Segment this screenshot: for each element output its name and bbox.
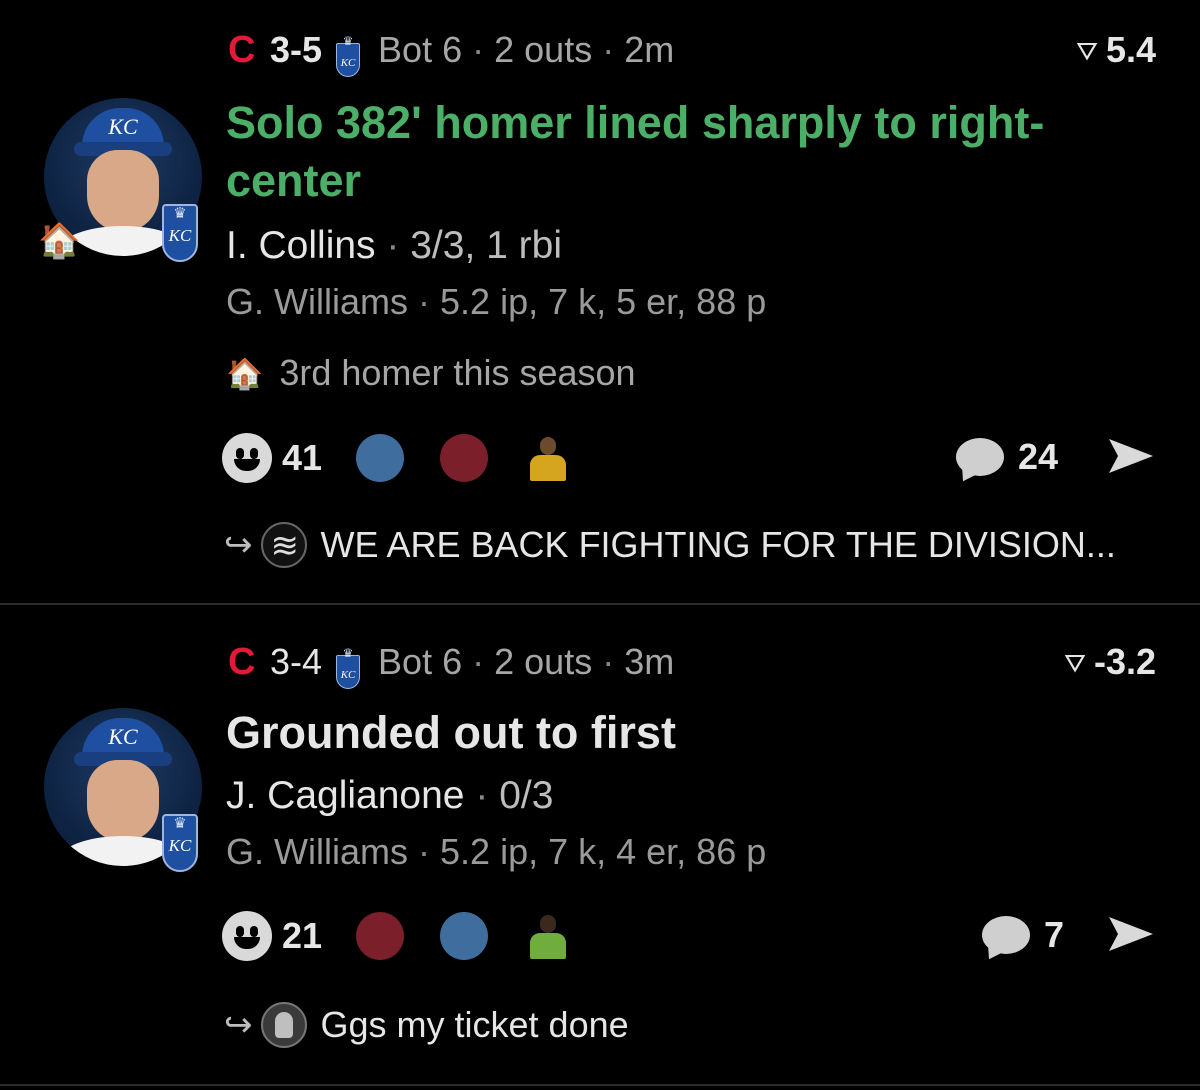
- batter-stats: 3/3, 1 rbi: [410, 224, 562, 267]
- royals-logo-icon: KC: [336, 646, 361, 689]
- share-icon[interactable]: [1106, 434, 1156, 478]
- outs: 2 outs: [494, 29, 593, 70]
- reply-arrow-icon: ↪: [224, 1006, 253, 1044]
- post-divider: [0, 1084, 1200, 1086]
- batter-name[interactable]: J. Caglianone: [226, 774, 465, 817]
- pitcher-stats: 5.2 ip, 7 k, 5 er, 88 p: [440, 281, 767, 322]
- reply-arrow-icon: ↪: [224, 526, 253, 564]
- inning: Bot 6: [378, 641, 463, 682]
- play-feed: C3-5KCBot 6 · 2 outs · 2m ⛛5.4 KC KC 🏠 S…: [0, 0, 1200, 1090]
- comments-button[interactable]: 24: [956, 436, 1058, 478]
- comment-count: 24: [1018, 436, 1059, 477]
- add-reaction-smiley-icon[interactable]: [222, 433, 272, 483]
- win-probability-icon: ⛛: [1064, 648, 1086, 678]
- pitcher-name[interactable]: G. Williams: [226, 831, 408, 872]
- outs: 2 outs: [494, 641, 593, 682]
- inning: Bot 6: [378, 29, 463, 70]
- reaction-red-circle-icon[interactable]: [356, 912, 405, 960]
- pitcher-line[interactable]: G. Williams · 5.2 ip, 7 k, 4 er, 86 p: [226, 830, 766, 874]
- comment-bubble-icon: [982, 916, 1030, 954]
- reaction-red-circle-icon[interactable]: [440, 434, 489, 482]
- guardians-logo-icon: C: [228, 29, 256, 71]
- game-meta-row: C3-4KCBot 6 · 2 outs · 3m ⛛-3.2: [228, 640, 1156, 689]
- game-score: 3-4: [270, 641, 323, 682]
- play-headline[interactable]: Solo 382' homer lined sharply to right-c…: [226, 94, 1140, 210]
- reaction-count: 21: [282, 915, 323, 956]
- comment-count: 7: [1044, 914, 1065, 955]
- timestamp: 3m: [624, 641, 675, 682]
- win-probability-value: -3.2: [1093, 641, 1156, 682]
- reply-text: Ggs my ticket done: [320, 1004, 629, 1045]
- win-probability: ⛛ -3.2: [1064, 640, 1156, 685]
- comment-bubble-icon: [956, 438, 1004, 476]
- reaction-player-icon[interactable]: [524, 433, 572, 483]
- royals-badge-icon: KC: [162, 814, 198, 872]
- cap-logo: KC: [108, 114, 138, 139]
- pitcher-stats: 5.2 ip, 7 k, 4 er, 86 p: [440, 831, 767, 872]
- timestamp: 2m: [624, 29, 675, 70]
- win-probability-value: 5.4: [1105, 29, 1156, 70]
- cap-logo: KC: [108, 724, 138, 749]
- home-run-house-icon: 🏠: [38, 222, 81, 260]
- reaction-blue-circle-icon[interactable]: [356, 434, 405, 482]
- add-reaction-smiley-icon[interactable]: [222, 911, 272, 961]
- reply-avatar[interactable]: [260, 522, 307, 568]
- reaction-player-icon[interactable]: [524, 911, 572, 961]
- batter-line[interactable]: I. Collins · 3/3, 1 rbi: [226, 222, 562, 270]
- batter-name[interactable]: I. Collins: [226, 224, 376, 267]
- house-icon: 🏠: [226, 358, 264, 391]
- pitcher-line[interactable]: G. Williams · 5.2 ip, 7 k, 5 er, 88 p: [226, 280, 766, 324]
- pitcher-name[interactable]: G. Williams: [226, 281, 408, 322]
- win-probability: ⛛ 5.4: [1076, 28, 1156, 73]
- share-icon[interactable]: [1106, 912, 1156, 956]
- play-card[interactable]: C3-5KCBot 6 · 2 outs · 2m ⛛5.4 KC KC 🏠 S…: [0, 0, 1200, 603]
- reaction-blue-circle-icon[interactable]: [440, 912, 489, 960]
- play-headline[interactable]: Grounded out to first: [226, 704, 1140, 762]
- note-text: 3rd homer this season: [279, 352, 636, 393]
- reactions-row: 41: [222, 432, 572, 484]
- reactions-row: 21: [222, 910, 572, 962]
- comments-button[interactable]: 7: [982, 914, 1064, 956]
- play-note: 🏠 3rd homer this season: [226, 351, 636, 397]
- batter-line[interactable]: J. Caglianone · 0/3: [226, 772, 553, 820]
- batter-stats: 0/3: [499, 774, 554, 817]
- royals-logo-icon: KC: [336, 34, 361, 77]
- reply-text: WE ARE BACK FIGHTING FOR THE DIVISION...: [320, 524, 1116, 565]
- reaction-count: 41: [282, 437, 323, 478]
- top-reply[interactable]: ↪ WE ARE BACK FIGHTING FOR THE DIVISION.…: [224, 522, 1116, 568]
- guardians-logo-icon: C: [228, 641, 256, 683]
- top-reply[interactable]: ↪ Ggs my ticket done: [224, 1002, 629, 1048]
- win-probability-icon: ⛛: [1076, 36, 1098, 66]
- reply-avatar[interactable]: [260, 1002, 307, 1048]
- royals-badge-icon: KC: [162, 204, 198, 262]
- game-score: 3-5: [270, 29, 323, 70]
- game-meta-row: C3-5KCBot 6 · 2 outs · 2m ⛛5.4: [228, 28, 1156, 77]
- post-divider: [0, 603, 1200, 605]
- play-card[interactable]: C3-4KCBot 6 · 2 outs · 3m ⛛-3.2 KC KC Gr…: [0, 606, 1200, 1084]
